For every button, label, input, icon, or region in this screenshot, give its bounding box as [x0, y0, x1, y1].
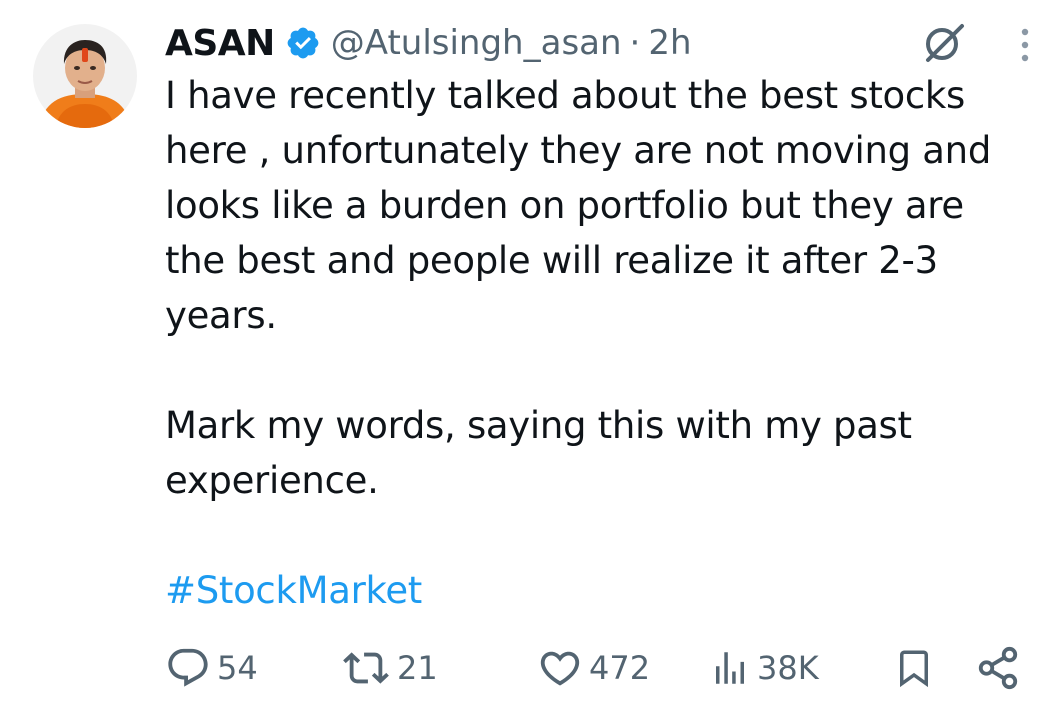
bookmark-icon: [893, 645, 935, 691]
verified-badge-icon[interactable]: [285, 25, 321, 61]
avatar[interactable]: [33, 24, 137, 128]
heart-icon: [537, 645, 583, 691]
bookmark-button[interactable]: [893, 640, 935, 696]
separator-dot: ·: [629, 23, 641, 63]
views-button[interactable]: 38K: [709, 640, 819, 696]
share-icon: [975, 645, 1021, 691]
analytics-icon: [709, 645, 751, 691]
like-count: 472: [589, 649, 651, 687]
grok-icon[interactable]: [918, 18, 968, 68]
tweet-paragraph: I have recently talked about the best st…: [165, 74, 992, 337]
action-bar: 54 21 472 38K: [165, 640, 1025, 696]
hashtag-link[interactable]: #StockMarket: [165, 569, 422, 612]
tweet-header: ASAN @Atulsingh_asan · 2h: [165, 18, 692, 68]
reply-button[interactable]: 54: [165, 640, 258, 696]
like-button[interactable]: 472: [537, 640, 650, 696]
tweet-paragraph: Mark my words, saying this with my past …: [165, 404, 912, 502]
author-display-name[interactable]: ASAN: [165, 23, 275, 64]
tweet-timestamp[interactable]: 2h: [648, 23, 691, 63]
repost-button[interactable]: 21: [341, 640, 438, 696]
author-handle[interactable]: @Atulsingh_asan: [331, 23, 622, 63]
tweet-text: I have recently talked about the best st…: [165, 68, 1035, 618]
share-button[interactable]: [975, 640, 1021, 696]
repost-count: 21: [397, 649, 438, 687]
reply-count: 54: [217, 649, 258, 687]
reply-icon: [165, 645, 211, 691]
repost-icon: [341, 645, 391, 691]
views-count: 38K: [757, 649, 819, 687]
more-vertical-icon[interactable]: [1012, 24, 1038, 66]
